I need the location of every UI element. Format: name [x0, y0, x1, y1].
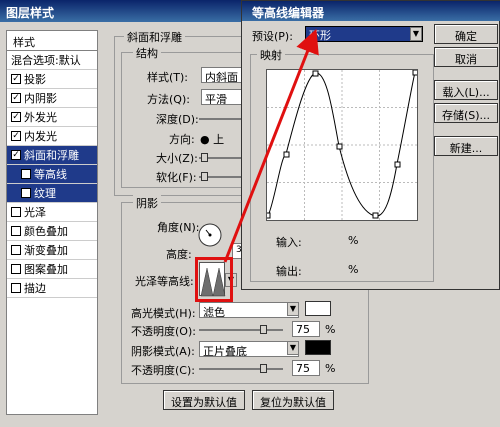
- new-button[interactable]: 新建...: [434, 136, 498, 156]
- style-checkbox[interactable]: [11, 264, 21, 274]
- style-checkbox[interactable]: [21, 188, 31, 198]
- gloss-contour-label: 光泽等高线:: [135, 275, 194, 288]
- preset-label: 预设(P):: [252, 30, 293, 43]
- style-item-label: 外发光: [24, 111, 57, 124]
- style-item[interactable]: 纹理: [7, 184, 97, 203]
- output-label: 输出:: [276, 265, 302, 278]
- style-item[interactable]: ✓ 投影: [7, 70, 97, 89]
- direction-up-label: 上: [213, 133, 225, 146]
- contour-curve-graph[interactable]: [264, 69, 419, 221]
- style-label: 样式(T):: [147, 71, 189, 84]
- highlight-color-swatch[interactable]: [305, 301, 331, 316]
- style-item-label: 描边: [24, 282, 46, 295]
- shadow-opacity-label: 不透明度(C):: [131, 364, 195, 377]
- style-item[interactable]: 描边: [7, 279, 97, 298]
- shadow-opacity-slider[interactable]: [199, 368, 283, 370]
- soften-label: 软化(F):: [156, 171, 197, 184]
- style-checkbox[interactable]: [11, 283, 21, 293]
- depth-label: 深度(D):: [156, 113, 199, 126]
- size-label: 大小(Z):: [156, 152, 198, 165]
- style-item-label: 图案叠加: [24, 263, 68, 276]
- style-checkbox[interactable]: [11, 226, 21, 236]
- style-item[interactable]: ✓ 外发光: [7, 108, 97, 127]
- direction-label: 方向:: [169, 133, 195, 146]
- reset-default-button[interactable]: 复位为默认值: [252, 390, 334, 410]
- style-item[interactable]: 图案叠加: [7, 260, 97, 279]
- soften-slider-thumb[interactable]: [201, 172, 208, 181]
- annotation-highlight-box: [195, 257, 233, 302]
- style-item[interactable]: 渐变叠加: [7, 241, 97, 260]
- size-slider-thumb[interactable]: [201, 153, 208, 162]
- load-button[interactable]: 载入(L)...: [434, 80, 498, 100]
- direction-up-radio[interactable]: ● 上: [200, 131, 224, 147]
- style-item-label: 混合选项:默认: [11, 54, 81, 67]
- style-item[interactable]: ✓ 内阴影: [7, 89, 97, 108]
- style-item-label: 渐变叠加: [24, 244, 68, 257]
- method-label: 方法(Q):: [147, 93, 190, 106]
- style-checkbox[interactable]: ✓: [11, 74, 21, 84]
- highlight-opacity-label: 不透明度(O):: [131, 325, 196, 338]
- input-percent: %: [348, 234, 359, 247]
- style-checkbox[interactable]: [21, 169, 31, 179]
- save-button[interactable]: 存储(S)...: [434, 103, 498, 123]
- style-item[interactable]: ✓ 斜面和浮雕: [7, 146, 97, 165]
- curve-svg: [264, 69, 419, 220]
- shadow-opacity-thumb[interactable]: [260, 364, 267, 373]
- bevel-emboss-title: 斜面和浮雕: [124, 29, 185, 45]
- contour-editor-title: 等高线编辑器: [242, 1, 500, 21]
- depth-slider[interactable]: [199, 118, 241, 120]
- style-checkbox[interactable]: ✓: [11, 150, 21, 160]
- style-item[interactable]: 混合选项:默认: [7, 51, 97, 70]
- shadow-opacity-percent: %: [325, 362, 336, 375]
- mapping-title: 映射: [257, 47, 285, 63]
- styles-panel: 样式 混合选项:默认 ✓ 投影 ✓ 内阴影 ✓ 外发光 ✓ 内发光 ✓ 斜面和浮雕 等高线 纹理 光泽 颜色…: [6, 30, 98, 415]
- set-default-button[interactable]: 设置为默认值: [163, 390, 245, 410]
- style-item[interactable]: 颜色叠加: [7, 222, 97, 241]
- style-item[interactable]: 等高线: [7, 165, 97, 184]
- output-percent: %: [348, 263, 359, 276]
- style-item[interactable]: ✓ 内发光: [7, 127, 97, 146]
- preset-dropdown-icon[interactable]: ▼: [410, 27, 422, 41]
- style-item-label: 纹理: [34, 187, 56, 200]
- style-item-label: 颜色叠加: [24, 225, 68, 238]
- style-item-label: 投影: [24, 73, 46, 86]
- highlight-opacity-thumb[interactable]: [260, 325, 267, 334]
- highlight-mode-dropdown-icon[interactable]: ▼: [287, 302, 299, 316]
- shadow-opacity-field[interactable]: 75: [292, 360, 320, 376]
- shadow-color-swatch[interactable]: [305, 340, 331, 355]
- styles-header[interactable]: 样式: [7, 31, 97, 51]
- highlight-mode-select[interactable]: 滤色: [199, 302, 299, 318]
- style-item-label: 等高线: [34, 168, 67, 181]
- style-item[interactable]: 光泽: [7, 203, 97, 222]
- shading-title: 阴影: [133, 195, 161, 211]
- style-checkbox[interactable]: [11, 207, 21, 217]
- style-item-label: 光泽: [24, 206, 46, 219]
- shadow-mode-label: 阴影模式(A):: [131, 345, 195, 358]
- altitude-label: 高度:: [166, 248, 192, 261]
- highlight-mode-label: 高光模式(H):: [131, 307, 196, 320]
- highlight-opacity-field[interactable]: 75: [292, 321, 320, 337]
- input-label: 输入:: [276, 236, 302, 249]
- ok-button[interactable]: 确定: [434, 24, 498, 44]
- style-item-label: 内阴影: [24, 92, 57, 105]
- angle-dial[interactable]: [197, 222, 223, 248]
- style-checkbox[interactable]: ✓: [11, 112, 21, 122]
- preset-select[interactable]: 环形: [305, 26, 423, 42]
- style-checkbox[interactable]: ✓: [11, 93, 21, 103]
- highlight-opacity-slider[interactable]: [199, 329, 283, 331]
- style-checkbox[interactable]: ✓: [11, 131, 21, 141]
- shadow-mode-dropdown-icon[interactable]: ▼: [287, 341, 299, 355]
- styles-list: 混合选项:默认 ✓ 投影 ✓ 内阴影 ✓ 外发光 ✓ 内发光 ✓ 斜面和浮雕 等高线 纹理 光泽 颜色叠加渐…: [7, 51, 97, 298]
- shadow-mode-select[interactable]: 正片叠底: [199, 341, 299, 357]
- style-item-label: 斜面和浮雕: [24, 149, 79, 162]
- angle-label: 角度(N):: [157, 221, 200, 234]
- cancel-button[interactable]: 取消: [434, 47, 498, 67]
- highlight-opacity-percent: %: [325, 323, 336, 336]
- style-checkbox[interactable]: [11, 245, 21, 255]
- structure-title: 结构: [133, 45, 161, 61]
- style-item-label: 内发光: [24, 130, 57, 143]
